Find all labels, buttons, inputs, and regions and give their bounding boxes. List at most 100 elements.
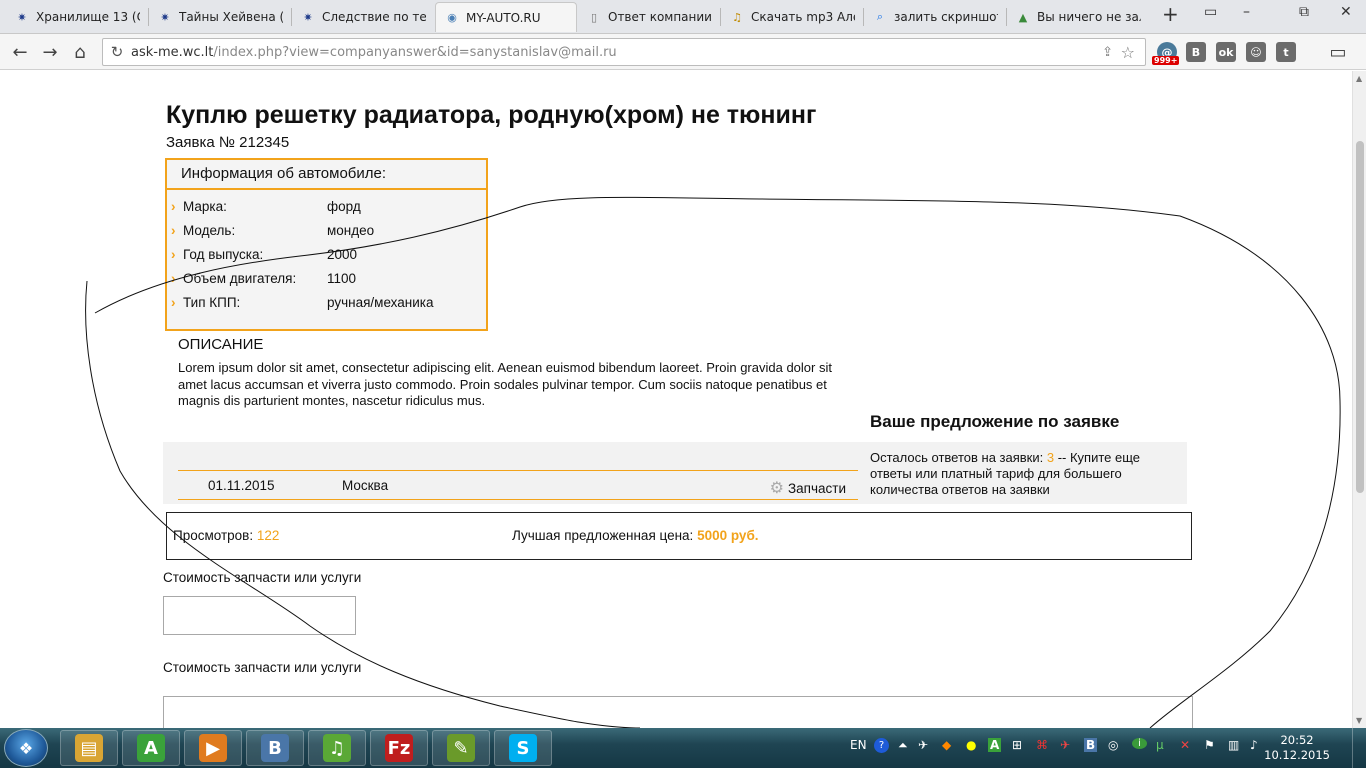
scroll-down-icon[interactable]: ▼	[1356, 716, 1362, 725]
web-page: Куплю решетку радиатора, родную(хром) не…	[0, 71, 1352, 728]
browser-tab[interactable]: ▲ Вы ничего не зали	[1007, 2, 1149, 32]
car-info-row: › Объем двигателя: 1100	[171, 271, 356, 286]
car-info-row: › Модель: мондео	[171, 223, 374, 238]
tray-info-icon[interactable]: i	[1132, 738, 1147, 749]
taskbar-app-vk[interactable]: В	[246, 730, 304, 766]
tab-overview-icon[interactable]: ▭	[1204, 4, 1217, 20]
language-indicator[interactable]: EN	[850, 738, 867, 752]
tray-windows-icon[interactable]: ⊞	[1012, 738, 1022, 752]
tray-app-icon[interactable]: ●	[966, 738, 976, 752]
comment-textarea[interactable]	[163, 696, 1193, 728]
offer-title: Ваше предложение по заявке	[870, 412, 1120, 431]
chevron-right-icon: ›	[171, 199, 176, 214]
tray-flag-icon[interactable]: ⚑	[1204, 738, 1215, 752]
car-info-value: ручная/механика	[327, 295, 434, 310]
tray-app-icon[interactable]: ✈	[1060, 738, 1070, 752]
clock-date: 10.12.2015	[1264, 748, 1330, 762]
chat-icon[interactable]: ▭	[1326, 40, 1350, 64]
minimize-icon[interactable]: –	[1243, 4, 1250, 20]
filezilla-icon: Fz	[385, 734, 413, 762]
browser-tab-label: Вы ничего не зали	[1037, 10, 1141, 24]
browser-tab-label: Ответ компании на	[608, 10, 712, 24]
show-desktop-button[interactable]	[1352, 728, 1366, 768]
taskbar-app-skype[interactable]: S	[494, 730, 552, 766]
car-info-header: Информация об автомобиле:	[167, 160, 486, 190]
browser-tab[interactable]: ⌕ залить скриншот -	[864, 2, 1006, 32]
tray-vk-icon[interactable]: B	[1084, 738, 1098, 752]
browser-tab[interactable]: ♫ Скачать mp3 Але	[721, 2, 863, 32]
comment-field-label: Стоимость запчасти или услуги	[163, 660, 362, 675]
browser-tab-label: MY-AUTO.RU	[466, 10, 541, 25]
best-price-label: Лучшая предложенная цена:	[512, 528, 694, 543]
taskbar-app-media[interactable]: ▶	[184, 730, 242, 766]
tray-app-icon[interactable]: ✈	[918, 738, 928, 752]
reload-icon[interactable]: ↻	[103, 43, 131, 61]
tray-app-icon[interactable]: ◎	[1108, 738, 1118, 752]
chevron-right-icon: ›	[171, 295, 176, 310]
tab-separator	[863, 8, 864, 26]
remaining-prefix: Осталось ответов на заявки:	[870, 450, 1044, 465]
tray-arrow-icon[interactable]: ⏶	[898, 738, 908, 753]
price-input[interactable]	[163, 596, 356, 635]
taskbar-app-filezilla[interactable]: Fz	[370, 730, 428, 766]
vk-icon: В	[261, 734, 289, 762]
car-info-value: 1100	[327, 271, 357, 286]
new-tab-button[interactable]: +	[1162, 2, 1179, 26]
tray-pdf-icon[interactable]: ⌘	[1036, 738, 1048, 752]
twitter-extension-icon[interactable]: t	[1276, 42, 1296, 62]
browser-tab-label: Следствие по телу	[322, 10, 426, 24]
help-icon[interactable]: ?	[874, 738, 889, 753]
scroll-up-icon[interactable]: ▲	[1356, 74, 1362, 83]
scrollbar-thumb[interactable]	[1356, 141, 1364, 493]
media-icon: ▶	[199, 734, 227, 762]
tray-volume-icon[interactable]: ♪	[1250, 738, 1258, 752]
app-a-icon: A	[137, 734, 165, 762]
clock-time: 20:52	[1280, 733, 1314, 747]
car-info-key: Марка:	[183, 199, 227, 214]
tab-separator	[1006, 8, 1007, 26]
film-icon: ✷	[17, 10, 27, 24]
close-window-icon[interactable]: ✕	[1340, 4, 1352, 20]
tray-app-icon[interactable]: ◆	[942, 738, 951, 752]
request-date: 01.11.2015	[208, 478, 275, 493]
page-scrollbar[interactable]: ▲ ▼	[1352, 71, 1366, 728]
start-button[interactable]: ❖	[4, 729, 48, 767]
search-icon: ⌕	[876, 10, 884, 23]
taskbar-app-aimp[interactable]: ♫	[308, 730, 366, 766]
chevron-right-icon: ›	[171, 247, 176, 262]
car-info-row: › Тип КПП: ручная/механика	[171, 295, 433, 310]
forward-icon[interactable]: →	[38, 40, 62, 64]
notepad-icon: ✎	[447, 734, 475, 762]
remaining-count: 3	[1046, 450, 1055, 465]
smile-extension-icon[interactable]: ☺	[1246, 42, 1266, 62]
share-icon[interactable]: ⇪	[1102, 45, 1113, 60]
car-info-key: Объем двигателя:	[183, 271, 297, 286]
ok-extension-icon[interactable]: ok	[1216, 42, 1236, 62]
bookmark-star-icon[interactable]: ☆	[1121, 43, 1135, 62]
tray-network-icon[interactable]: ▥	[1228, 738, 1239, 752]
taskbar-app-app-a[interactable]: A	[122, 730, 180, 766]
restore-icon[interactable]: ⧉	[1299, 4, 1309, 20]
tray-utorrent-icon[interactable]: µ	[1156, 738, 1164, 752]
browser-tab[interactable]: ▯ Ответ компании на	[578, 2, 720, 32]
vk-extension-icon[interactable]: B	[1186, 42, 1206, 62]
browser-tab[interactable]: ✷ Тайны Хейвена (Се	[149, 2, 291, 32]
extension-badge: 999+	[1152, 56, 1180, 65]
site-icon: ◉	[447, 11, 457, 24]
back-icon[interactable]: ←	[8, 40, 32, 64]
tray-mute-icon[interactable]: ✕	[1180, 738, 1190, 752]
page-icon: ▯	[590, 10, 598, 24]
order-number: Заявка № 212345	[166, 134, 290, 151]
browser-tab[interactable]: ✷ Хранилище 13 (Сер	[6, 2, 148, 32]
taskbar-app-explorer[interactable]: ▤	[60, 730, 118, 766]
browser-tab[interactable]: ✷ Следствие по телу	[292, 2, 434, 32]
taskbar-app-notepad[interactable]: ✎	[432, 730, 490, 766]
views-label: Просмотров:	[173, 528, 254, 543]
home-icon[interactable]: ⌂	[68, 40, 92, 64]
chevron-right-icon: ›	[171, 271, 176, 286]
browser-tab[interactable]: ◉ MY-AUTO.RU	[435, 2, 577, 32]
address-bar[interactable]: ↻ ask-me.wc.lt/index.php?view=companyans…	[102, 38, 1146, 66]
tray-app-icon[interactable]: A	[988, 738, 1002, 752]
request-city: Москва	[342, 478, 389, 493]
system-clock[interactable]: 20:52 10.12.2015	[1264, 733, 1330, 763]
